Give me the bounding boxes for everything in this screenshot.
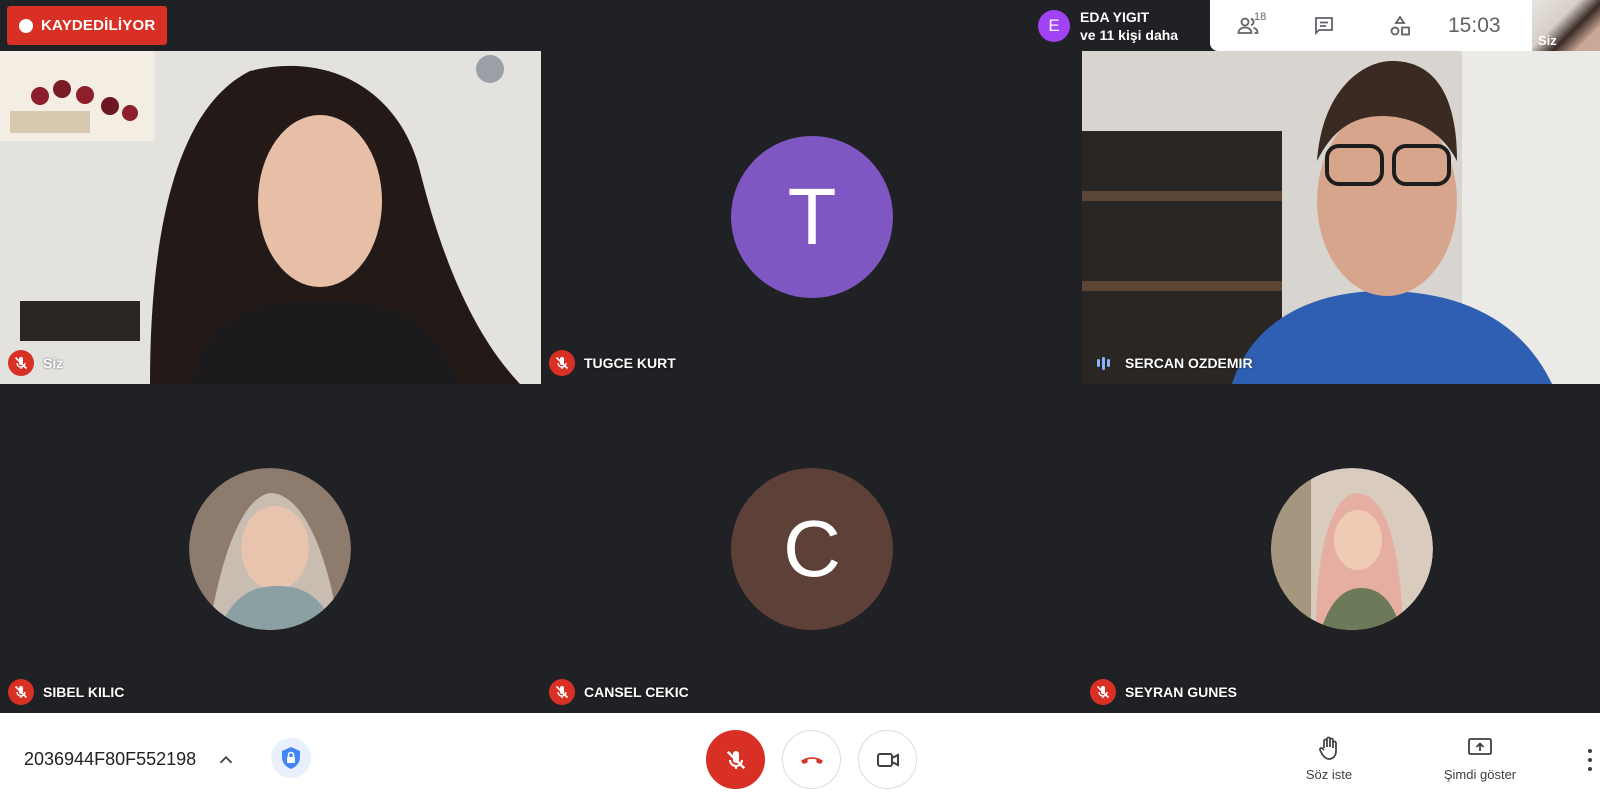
raise-hand-button[interactable]: Söz iste — [1284, 735, 1374, 782]
video-tile-sibel[interactable]: SIBEL KILIC — [0, 384, 541, 713]
hang-up-icon — [800, 756, 823, 764]
video-tile-seyran[interactable]: SEYRAN GUNES — [1082, 384, 1600, 713]
presenter-chip[interactable]: E EDA YIGIT ve 11 kişi daha — [1032, 2, 1210, 50]
shield-lock-icon — [282, 747, 300, 769]
avatar-tugce: T — [731, 136, 893, 298]
avatar-sibel — [189, 468, 351, 630]
present-label: Şimdi göster — [1443, 767, 1517, 782]
meet-stage: KAYDEDİLİYOR E EDA YIGIT ve 11 kişi daha… — [0, 0, 1600, 804]
tile-name-tugce: TUGCE KURT — [549, 350, 676, 376]
mic-off-icon — [726, 750, 745, 769]
video-tile-tugce[interactable]: T TUGCE KURT — [541, 51, 1082, 384]
activities-icon — [1390, 14, 1410, 35]
video-tile-self[interactable]: Siz — [0, 51, 541, 384]
recording-label: KAYDEDİLİYOR — [41, 17, 156, 34]
mic-off-icon — [1090, 679, 1116, 705]
record-dot-icon — [19, 18, 33, 33]
video-tile-sercan[interactable]: SERCAN OZDEMIR — [1082, 51, 1600, 384]
mic-off-icon — [549, 679, 575, 705]
chat-icon — [1315, 16, 1333, 35]
recording-badge: KAYDEDİLİYOR — [7, 6, 167, 45]
sercan-video-feed — [1082, 51, 1600, 384]
presenter-others: ve 11 kişi daha — [1080, 27, 1179, 43]
tile-name-self: Siz — [8, 350, 63, 376]
more-options-button[interactable] — [1587, 749, 1593, 771]
top-toolbar: 18 15:03 — [1210, 0, 1532, 51]
mic-off-icon — [8, 679, 34, 705]
speaking-icon — [1090, 350, 1116, 376]
people-button[interactable]: 18 — [1210, 0, 1286, 51]
host-controls-button[interactable] — [271, 738, 311, 778]
present-screen-icon — [1468, 738, 1492, 755]
avatar-cansel: C — [731, 468, 893, 630]
participant-count: 18 — [1254, 11, 1267, 23]
self-preview-thumbnail[interactable]: Siz — [1532, 0, 1600, 51]
activities-button[interactable] — [1362, 0, 1438, 51]
mic-off-icon — [549, 350, 575, 376]
tile-name-sercan: SERCAN OZDEMIR — [1090, 350, 1253, 376]
mic-toggle-button[interactable] — [706, 730, 765, 789]
video-tile-cansel[interactable]: C CANSEL CEKIC — [541, 384, 1082, 713]
camera-toggle-button[interactable] — [858, 730, 917, 789]
meeting-code: 2036944F80F552198 — [24, 749, 197, 769]
presenter-name: EDA YIGIT — [1080, 9, 1150, 25]
mic-off-icon — [8, 350, 34, 376]
self-preview-label: Siz — [1538, 33, 1557, 48]
camera-icon — [876, 752, 899, 767]
tile-name-sibel: SIBEL KILIC — [8, 679, 124, 705]
avatar-seyran — [1271, 468, 1433, 630]
present-now-button[interactable]: Şimdi göster — [1435, 735, 1525, 782]
chevron-up-icon[interactable] — [215, 749, 237, 771]
raise-hand-icon — [1319, 736, 1337, 760]
raise-hand-label: Söz iste — [1305, 767, 1353, 782]
presenter-avatar: E — [1038, 10, 1070, 42]
more-vert-icon — [1588, 749, 1592, 753]
self-video-feed — [0, 51, 541, 384]
meeting-clock: 15:03 — [1448, 13, 1501, 37]
hang-up-button[interactable] — [782, 730, 841, 789]
tile-name-seyran: SEYRAN GUNES — [1090, 679, 1237, 705]
chat-button[interactable] — [1286, 0, 1362, 51]
bottom-toolbar: 2036944F80F552198 Söz iste Şimdi göster — [0, 713, 1600, 804]
tile-name-cansel: CANSEL CEKIC — [549, 679, 689, 705]
